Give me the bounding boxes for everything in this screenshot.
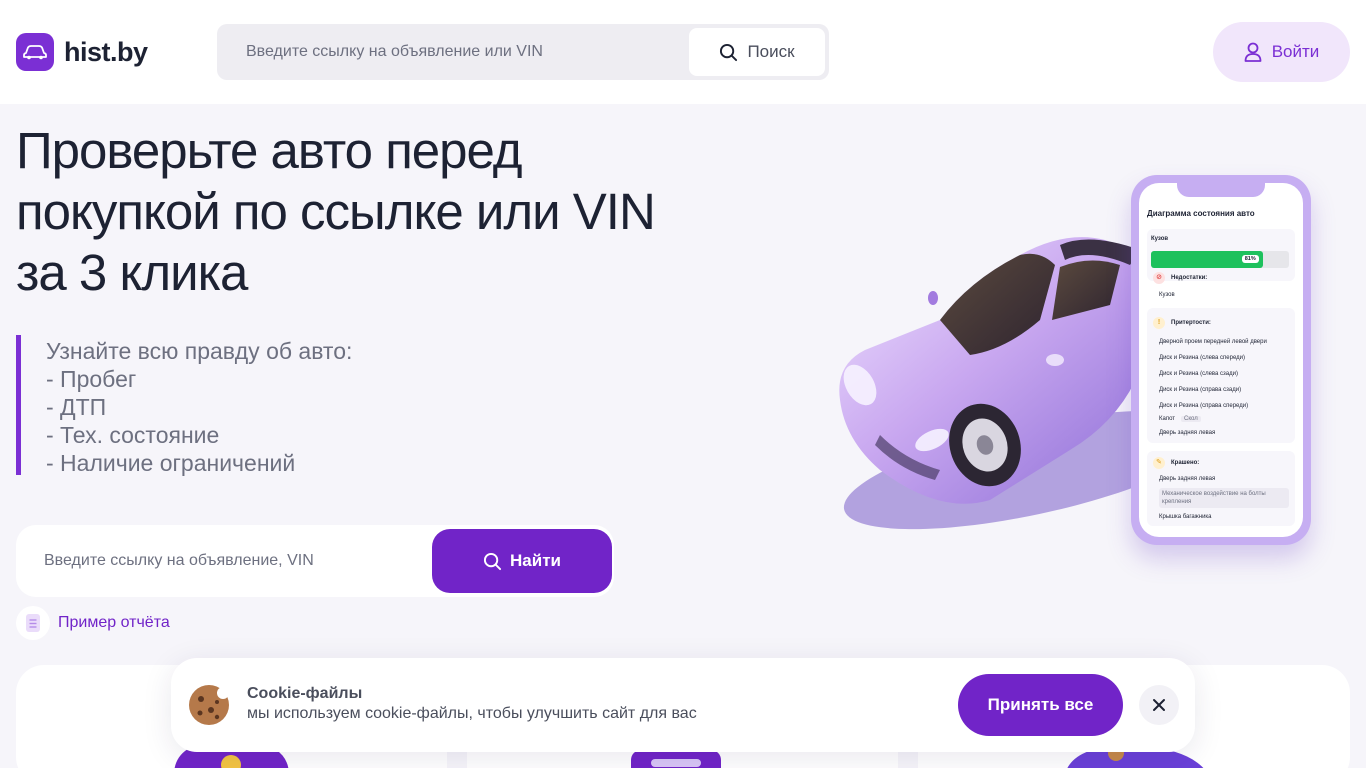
find-button-label: Найти — [510, 551, 561, 570]
cookie-banner: Cookie-файлы мы используем cookie-файлы,… — [171, 658, 1195, 752]
phone-paint-item: Крышка багажника — [1159, 514, 1212, 520]
phone-wear-item: Диск и Резина (справа спереди) — [1159, 403, 1249, 409]
feature-item: - Наличие ограничений — [46, 450, 296, 476]
phone-body-label: Кузов — [1151, 236, 1169, 242]
phone-title: Диаграмма состояния авто — [1147, 209, 1255, 218]
phone-progress-value: 81% — [1241, 255, 1259, 263]
user-icon — [1244, 42, 1262, 62]
phone-wear-item: Диск и Резина (слева сзади) — [1159, 371, 1238, 377]
login-button-label: Войти — [1271, 42, 1320, 61]
car-logo-icon — [16, 33, 54, 71]
phone-defect-item: Кузов — [1159, 292, 1175, 298]
paint-brush-icon: ✎ — [1153, 457, 1165, 469]
search-icon — [483, 552, 502, 570]
cookie-icon — [189, 685, 229, 725]
phone-defects-label: Недостатки: — [1171, 275, 1208, 281]
search-icon — [720, 43, 738, 61]
phone-wear-item: Диск и Резина (слева спереди) — [1159, 355, 1246, 361]
hero-title-line: Проверьте авто перед — [16, 122, 523, 179]
top-search-button[interactable]: Поиск — [689, 28, 825, 76]
hero-title-line: за 3 клика — [16, 244, 248, 301]
phone-wear-item: Дверь задняя левая — [1159, 430, 1216, 436]
features-list: Узнайте всю правду об авто: - Пробег - Д… — [16, 335, 353, 476]
sample-report-label: Пример отчёта — [58, 614, 170, 631]
phone-wear-item: Дверной проем передней левой двери — [1159, 339, 1267, 345]
phone-wear-item: Капот — [1159, 416, 1176, 422]
phone-progress-fill: 81% — [1151, 251, 1263, 268]
find-button[interactable]: Найти — [432, 529, 612, 593]
phone-wear-tag: Скол — [1181, 416, 1201, 422]
hero-title: Проверьте авто перед покупкой по ссылке … — [16, 120, 776, 303]
phone-paint-item: Дверь задняя левая — [1159, 476, 1216, 482]
phone-progress-track: 81% — [1151, 251, 1289, 268]
feature-item: - ДТП — [46, 394, 107, 420]
sample-report-link[interactable]: Пример отчёта — [16, 606, 170, 640]
top-search-button-label: Поиск — [747, 42, 795, 61]
document-icon — [16, 606, 50, 640]
phone-mockup: Диаграмма состояния авто Кузов 81% ⊘ Нед… — [1131, 175, 1311, 545]
phone-wear-item: Диск и Резина (справа сзади) — [1159, 387, 1242, 393]
header: hist.by Поиск Войти — [0, 0, 1366, 104]
phone-screen: Диаграмма состояния авто Кузов 81% ⊘ Нед… — [1139, 183, 1303, 537]
main-search-input[interactable] — [16, 525, 426, 597]
main-search-bar: Найти — [16, 525, 614, 597]
prohibited-icon: ⊘ — [1153, 272, 1165, 284]
close-icon — [1153, 699, 1165, 711]
logo-text: hist.by — [64, 36, 148, 67]
phone-notch — [1177, 183, 1265, 197]
phone-wear-label: Притертости: — [1171, 320, 1211, 326]
hero-title-line: покупкой по ссылке или VIN — [16, 183, 656, 240]
cookie-title: Cookie-файлы — [247, 685, 363, 702]
phone-paint-label: Крашено: — [1171, 460, 1200, 466]
login-button[interactable]: Войти — [1213, 22, 1350, 82]
feature-item: - Тех. состояние — [46, 422, 220, 448]
close-cookie-button[interactable] — [1139, 685, 1179, 725]
features-intro: Узнайте всю правду об авто: — [46, 338, 353, 364]
phone-paint-note: Механическое воздействие на болты крепле… — [1159, 488, 1289, 508]
logo[interactable]: hist.by — [16, 33, 148, 71]
cookie-text: мы используем cookie-файлы, чтобы улучши… — [247, 705, 697, 722]
top-search-input[interactable] — [217, 24, 677, 80]
feature-item: - Пробег — [46, 366, 137, 392]
accept-cookies-button[interactable]: Принять все — [958, 674, 1123, 736]
warning-icon: ! — [1153, 317, 1165, 329]
